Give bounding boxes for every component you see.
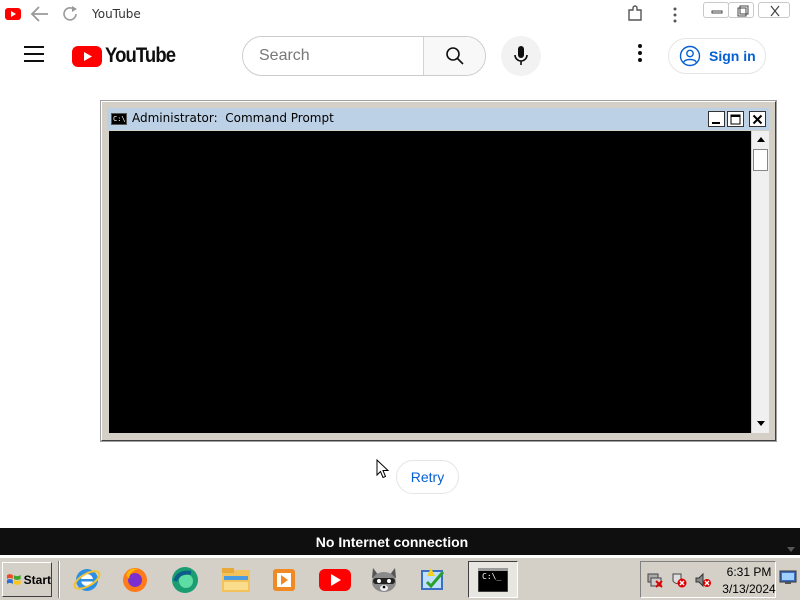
cmd-window-title: Administrator: Command Prompt (132, 111, 334, 125)
cmd-window-icon: C:\ (111, 113, 127, 125)
offline-banner: No Internet connection (0, 528, 800, 555)
start-label: Start (23, 572, 51, 587)
restore-button[interactable] (728, 2, 754, 18)
retry-label: Retry (410, 469, 445, 485)
retry-button[interactable]: Retry (396, 460, 459, 494)
youtube-logo-text: YouTube (105, 44, 176, 67)
sign-in-label: Sign in (709, 48, 756, 64)
mouse-pointer-icon (376, 458, 390, 484)
browser-menu-icon[interactable] (672, 7, 678, 28)
scrollbar-thumb[interactable] (753, 149, 768, 171)
hamburger-menu-icon[interactable] (24, 46, 48, 66)
sign-in-button[interactable]: Sign in (668, 38, 766, 74)
taskbar: Start C:\_ 6:31 PM 3/13/2024 (0, 557, 800, 600)
extensions-icon[interactable] (626, 5, 644, 28)
security-alert-icon[interactable] (671, 572, 687, 588)
network-disconnected-icon[interactable] (647, 572, 663, 588)
cmd-maximize-button[interactable] (727, 111, 744, 127)
taskbar-separator (58, 561, 60, 598)
minimize-button[interactable] (703, 2, 729, 18)
offline-message: No Internet connection (315, 534, 469, 550)
youtube-app-icon[interactable] (318, 563, 352, 597)
settings-menu-icon[interactable] (630, 44, 650, 68)
clock-time[interactable]: 6:31 PM (721, 565, 777, 579)
back-arrow-icon[interactable] (30, 5, 50, 28)
search-button[interactable] (423, 37, 485, 75)
youtube-favicon-icon (5, 7, 21, 25)
command-prompt-icon-text: C:\_ (482, 572, 502, 581)
close-button[interactable] (758, 2, 790, 18)
volume-muted-icon[interactable] (695, 572, 711, 588)
voice-search-button[interactable] (501, 36, 541, 76)
cmd-titlebar[interactable]: C:\ Administrator: Command Prompt (107, 108, 769, 130)
firefox-icon[interactable] (118, 563, 152, 597)
internet-explorer-icon[interactable] (70, 563, 104, 597)
reload-icon[interactable] (60, 4, 80, 29)
edge-icon[interactable] (168, 563, 202, 597)
cmd-console-area[interactable] (109, 131, 751, 433)
youtube-play-icon (72, 45, 102, 67)
account-circle-icon (679, 45, 701, 67)
taskbar-command-prompt-button[interactable]: C:\_ (468, 561, 518, 598)
microphone-icon (514, 46, 528, 65)
search-input[interactable] (243, 37, 423, 75)
start-button[interactable]: Start (2, 562, 52, 597)
scroll-up-arrow-icon[interactable] (752, 131, 769, 148)
media-player-icon[interactable] (268, 563, 302, 597)
browser-titlebar: YouTube (0, 0, 800, 28)
youtube-header: YouTube Sign in (0, 28, 800, 84)
system-tray: 6:31 PM 3/13/2024 (640, 561, 776, 598)
youtube-logo[interactable]: YouTube (72, 44, 185, 68)
search-icon (445, 47, 464, 65)
raccoon-app-icon[interactable] (367, 563, 401, 597)
show-desktop-icon[interactable] (778, 568, 798, 588)
page-scroll-down-icon[interactable] (786, 540, 796, 558)
cmd-minimize-button[interactable] (708, 111, 725, 127)
tab-title: YouTube (92, 7, 141, 21)
search-box (242, 36, 486, 76)
windows-logo-icon (6, 573, 21, 585)
file-explorer-icon[interactable] (219, 563, 253, 597)
scroll-down-arrow-icon[interactable] (752, 415, 769, 432)
cmd-vertical-scrollbar[interactable] (751, 131, 769, 433)
cmd-close-button[interactable] (749, 111, 766, 127)
command-prompt-window[interactable]: C:\ Administrator: Command Prompt (101, 101, 776, 441)
setup-wizard-icon[interactable] (416, 563, 450, 597)
clock-date[interactable]: 3/13/2024 (719, 582, 779, 596)
